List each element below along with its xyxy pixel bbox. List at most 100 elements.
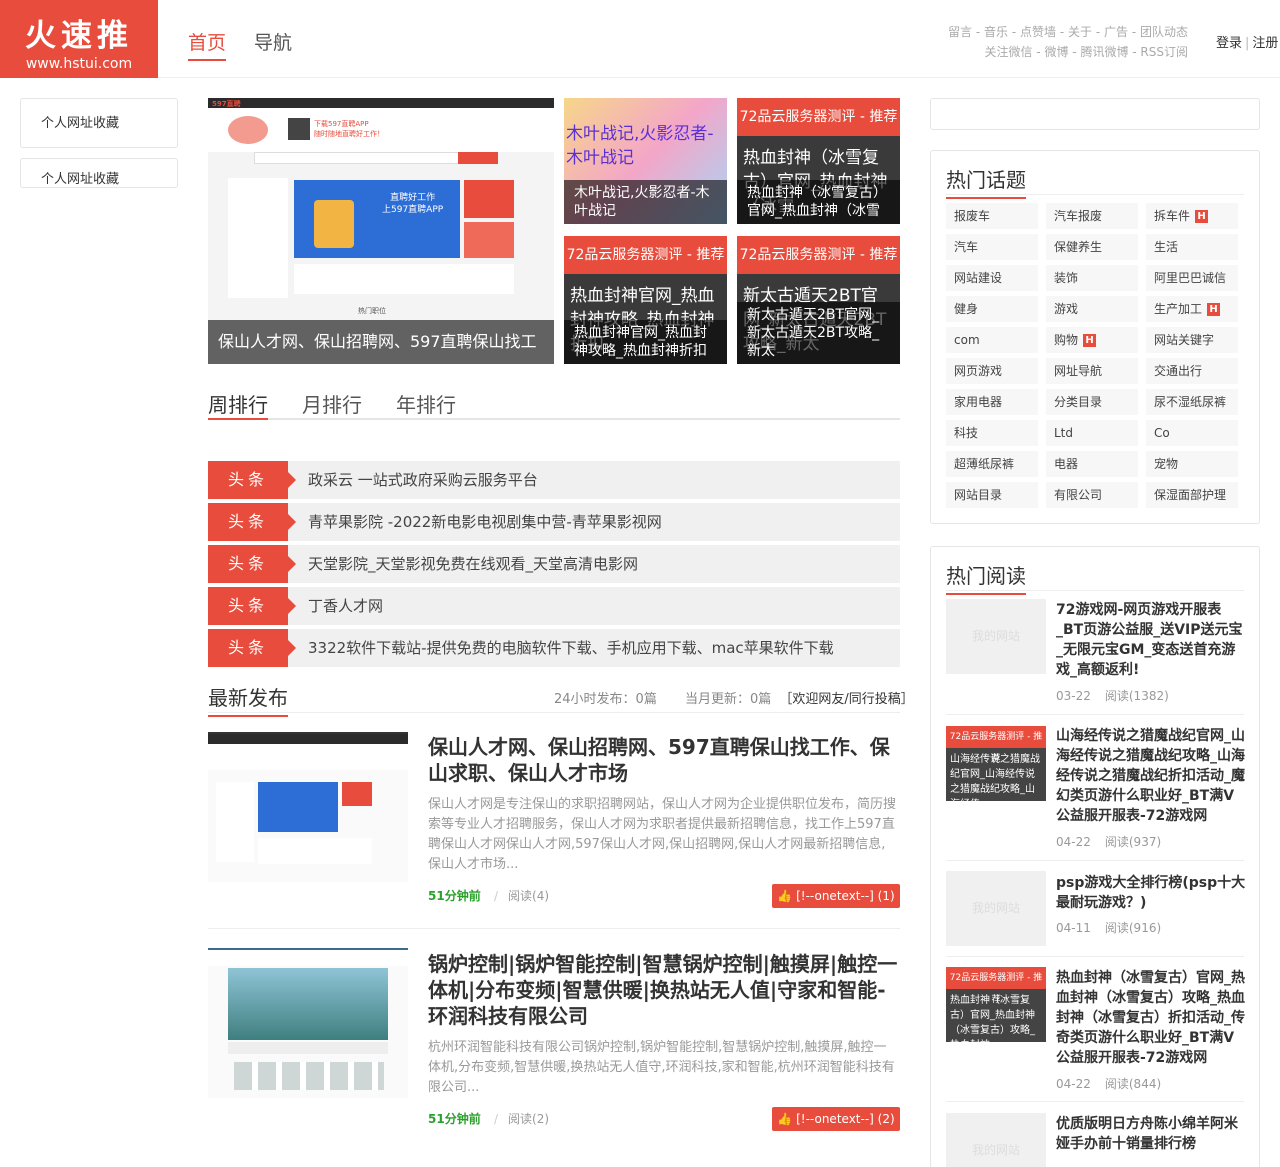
- topic-tag[interactable]: Ltd: [1046, 420, 1138, 446]
- topic-tag[interactable]: 购物 H: [1046, 327, 1138, 353]
- rank-tabs: 周排行 月排行 年排行: [208, 389, 900, 420]
- topic-tag[interactable]: 网址导航: [1046, 358, 1138, 384]
- topic-tag[interactable]: 家用电器: [946, 389, 1038, 415]
- reading-thumbnail[interactable]: 72品云服务器测评 - 推荐 山海经传说之猎魔战纪官网_山海经传说之猎魔战纪攻略…: [946, 726, 1046, 801]
- topic-tag[interactable]: 汽车: [946, 234, 1038, 260]
- reading-title[interactable]: 优质版明日方舟陈小绵羊阿米娅手办前十销量排行榜: [1056, 1114, 1246, 1154]
- like-button[interactable]: 👍 [!--onetext--] (1): [772, 884, 900, 908]
- link-wechat[interactable]: 关注微信: [984, 45, 1032, 59]
- qr-code-icon: [288, 118, 310, 140]
- reading-thumbnail[interactable]: 我的网站: [946, 1113, 1046, 1167]
- headline-text[interactable]: 丁香人才网: [308, 587, 383, 625]
- topic-tag[interactable]: 网站建设: [946, 265, 1038, 291]
- hero-main-footer: 热门职位: [358, 307, 386, 315]
- tab-monthly[interactable]: 月排行: [302, 389, 362, 420]
- topic-tag[interactable]: 电器: [1046, 451, 1138, 477]
- reading-thumbnail[interactable]: 我的网站: [946, 599, 1046, 674]
- topic-tag[interactable]: 网页游戏: [946, 358, 1038, 384]
- login-link[interactable]: 登录: [1216, 36, 1242, 51]
- article-time: 51分钟前: [428, 1112, 481, 1126]
- hero-tile-konoha[interactable]: 木叶战记,火影忍者-木叶战记 木叶战记,火影忍者-木叶战记: [564, 98, 727, 224]
- topic-tag[interactable]: 健身: [946, 296, 1038, 322]
- topic-tag[interactable]: 游戏: [1046, 296, 1138, 322]
- headline-text[interactable]: 天堂影院_天堂影视免费在线观看_天堂高清电影网: [308, 545, 638, 583]
- link-music[interactable]: 音乐: [984, 25, 1008, 39]
- topic-tag[interactable]: 生产加工 H: [1146, 296, 1238, 322]
- topic-tag[interactable]: 保健养生: [1046, 234, 1138, 260]
- topic-tag[interactable]: 有限公司: [1046, 482, 1138, 508]
- headline-row[interactable]: 头条 丁香人才网: [208, 587, 900, 625]
- thumbs-up-icon: 👍: [777, 1112, 797, 1126]
- hero-main-topbar: [208, 98, 554, 108]
- headline-badge: 头条: [208, 629, 296, 667]
- hero-tile-taigu[interactable]: 72品云服务器测评 - 推荐 新太古遁天2BT官网_新太古遁天2BT攻略_新太 …: [737, 236, 900, 364]
- topic-tag[interactable]: 保湿面部护理: [1146, 482, 1238, 508]
- hero-tile-rexue-caption: 热血封神（冰雪复古）官网_热血封神（冰雪: [737, 180, 900, 224]
- reading-title[interactable]: 72游戏网-网页游戏开服表_BT页游公益服_送VIP送元宝_无限元宝GM_变态送…: [1056, 600, 1246, 680]
- topic-tag[interactable]: com: [946, 327, 1038, 353]
- hot-reading-title: 热门阅读: [946, 560, 1026, 595]
- bookmark-box-2[interactable]: 个人网址收藏: [20, 158, 178, 188]
- reading-title[interactable]: 山海经传说之猎魔战纪官网_山海经传说之猎魔战纪攻略_山海经传说之猎魔战纪折扣活动…: [1056, 726, 1246, 826]
- topic-tag[interactable]: 阿里巴巴诚信: [1146, 265, 1238, 291]
- article-title[interactable]: 保山人才网、保山招聘网、597直聘保山找工作、保山求职、保山人才市场: [428, 734, 898, 786]
- link-about[interactable]: 关于: [1068, 25, 1092, 39]
- link-message[interactable]: 留言: [948, 25, 972, 39]
- submit-link[interactable]: ［欢迎网友/同行投稿］: [779, 692, 913, 707]
- divider: [946, 590, 1244, 591]
- bookmark-box-1[interactable]: 个人网址收藏: [20, 98, 178, 148]
- hero-tile-rexue[interactable]: 72品云服务器测评 - 推荐 热血封神（冰雪复古）官网_热血封神（冰雪 热血封神…: [737, 98, 900, 224]
- topic-tag[interactable]: 报废车: [946, 203, 1038, 229]
- headline-row[interactable]: 头条 青苹果影院 -2022新电影电视剧集中营-青苹果影视网: [208, 503, 900, 541]
- article-thumbnail[interactable]: [208, 732, 408, 882]
- hero-main[interactable]: 597直聘 下载597直聘APP 随时随地直聘好工作！ 直聘好工作 上597直聘AP…: [208, 98, 554, 364]
- like-button[interactable]: 👍 [!--onetext--] (2): [772, 1107, 900, 1131]
- link-team[interactable]: 团队动态: [1140, 25, 1188, 39]
- topic-tag[interactable]: 分类目录: [1046, 389, 1138, 415]
- reading-thumbnail[interactable]: 72品云服务器测评 - 推荐 热血封神（冰雪复古）官网_热血封神（冰雪复古）攻略…: [946, 967, 1046, 1042]
- topic-tag[interactable]: 网站目录: [946, 482, 1038, 508]
- link-weibo[interactable]: 微博: [1044, 45, 1068, 59]
- topic-tag[interactable]: 交通出行: [1146, 358, 1238, 384]
- headline-badge: 头条: [208, 545, 296, 583]
- topic-tag[interactable]: 网站关键字: [1146, 327, 1238, 353]
- register-link[interactable]: 注册: [1252, 36, 1278, 51]
- headline-text[interactable]: 政采云 一站式政府采购云服务平台: [308, 461, 538, 499]
- headline-text[interactable]: 3322软件下载站-提供免费的电脑软件下载、手机应用下载、mac苹果软件下载: [308, 629, 834, 667]
- topic-tag[interactable]: 超薄纸尿裤: [946, 451, 1038, 477]
- sidebar-search-box[interactable]: [930, 98, 1260, 130]
- headline-row[interactable]: 头条 3322软件下载站-提供免费的电脑软件下载、手机应用下载、mac苹果软件下载: [208, 629, 900, 667]
- nav-directory[interactable]: 导航: [254, 28, 292, 55]
- topic-tag[interactable]: 拆车件 H: [1146, 203, 1238, 229]
- headline-text[interactable]: 青苹果影院 -2022新电影电视剧集中营-青苹果影视网: [308, 503, 662, 541]
- site-logo[interactable]: 火速推 www.hstui.com: [0, 0, 158, 78]
- reading-thumbnail[interactable]: 我的网站: [946, 871, 1046, 946]
- article-title[interactable]: 锅炉控制|锅炉智能控制|智慧锅炉控制|触摸屏|触控一体机|分布变频|智慧供暖|换…: [428, 951, 898, 1029]
- link-tencent-weibo[interactable]: 腾讯微博: [1080, 45, 1128, 59]
- latest-title: 最新发布: [208, 682, 288, 717]
- link-like-wall[interactable]: 点赞墙: [1020, 25, 1056, 39]
- nav-home[interactable]: 首页: [188, 28, 227, 61]
- topic-tag[interactable]: 生活: [1146, 234, 1238, 260]
- reading-title[interactable]: psp游戏大全排行榜(psp十大最耐玩游戏？): [1056, 873, 1246, 913]
- hero-tile-rexue-guide[interactable]: 72品云服务器测评 - 推荐 热血封神官网_热血封神攻略_热血封神折扣 热血封神…: [564, 236, 727, 364]
- hero-main-side-ad-1: [464, 180, 514, 218]
- topic-tag[interactable]: 宠物: [1146, 451, 1238, 477]
- topic-tag[interactable]: 汽车报废: [1046, 203, 1138, 229]
- topic-tag[interactable]: 尿不湿纸尿裤: [1146, 389, 1238, 415]
- article-thumbnail[interactable]: [208, 948, 408, 1098]
- reading-meta: 04-22 阅读(844): [1056, 1077, 1162, 1091]
- logo-url: www.hstui.com: [25, 56, 133, 72]
- tab-weekly[interactable]: 周排行: [208, 389, 268, 420]
- divider: [946, 1101, 1244, 1102]
- link-rss[interactable]: RSS订阅: [1140, 45, 1188, 59]
- tab-yearly[interactable]: 年排行: [396, 389, 456, 420]
- hot-badge-icon: H: [1207, 303, 1221, 316]
- topic-tag[interactable]: Co: [1146, 420, 1238, 446]
- headline-row[interactable]: 头条 政采云 一站式政府采购云服务平台: [208, 461, 900, 499]
- link-ads[interactable]: 广告: [1104, 25, 1128, 39]
- reading-title[interactable]: 热血封神（冰雪复古）官网_热血封神（冰雪复古）攻略_热血封神（冰雪复古）折扣活动…: [1056, 968, 1246, 1068]
- headline-row[interactable]: 头条 天堂影院_天堂影视免费在线观看_天堂高清电影网: [208, 545, 900, 583]
- topic-tag[interactable]: 装饰: [1046, 265, 1138, 291]
- topic-tag[interactable]: 科技: [946, 420, 1038, 446]
